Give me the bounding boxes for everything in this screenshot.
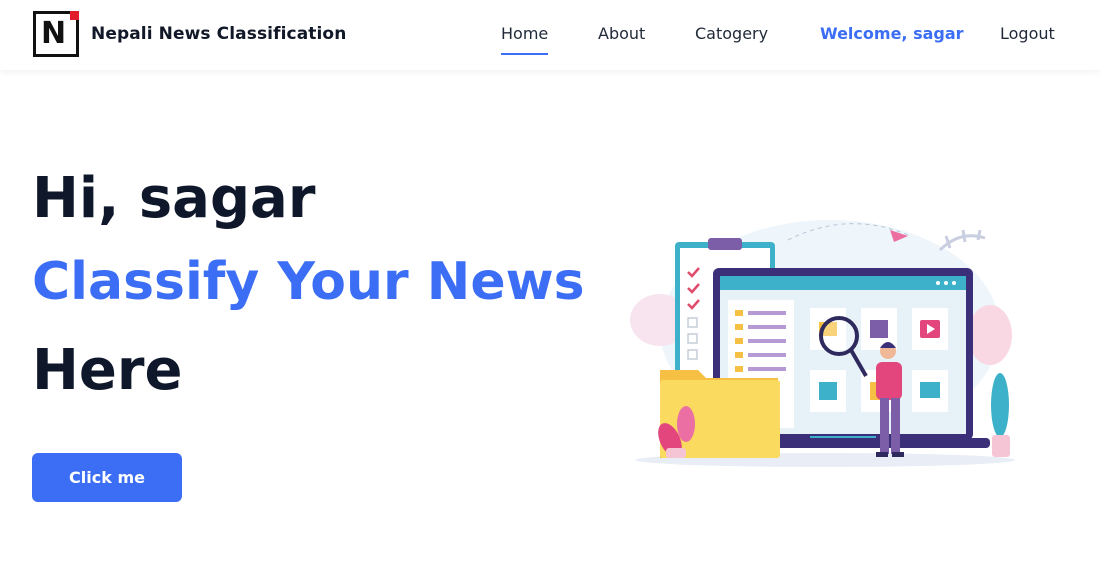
clipboard-clip — [708, 238, 742, 250]
plant-pot — [992, 435, 1010, 457]
click-me-button[interactable]: Click me — [32, 453, 182, 502]
nav-about[interactable]: About — [598, 24, 645, 43]
person-leg — [880, 398, 889, 454]
hero-headline-suffix: Here — [32, 338, 183, 403]
branch-decoration — [938, 229, 986, 252]
person-shirt — [876, 362, 902, 400]
nav-category[interactable]: Catogery — [695, 24, 768, 43]
brand-link[interactable]: N Nepali News Classification — [33, 11, 346, 57]
mail-icon — [920, 382, 940, 398]
top-navbar: N Nepali News Classification Home About … — [0, 0, 1100, 70]
logo-letter: N — [41, 16, 67, 51]
illustration-pink-plant — [968, 305, 1012, 365]
person-leg — [891, 398, 900, 454]
pink-plant-leaf — [677, 406, 695, 442]
logo-red-dot — [70, 11, 79, 20]
brand-name: Nepali News Classification — [91, 24, 347, 44]
hero-greeting: Hi, sagar — [32, 166, 316, 231]
lightbulb-icon — [819, 382, 837, 400]
hero-headline: Classify Your News — [32, 252, 585, 312]
bookmark-icon — [870, 320, 888, 338]
hero-illustration — [630, 220, 1015, 467]
nav-welcome-user[interactable]: Welcome, sagar — [820, 24, 964, 43]
nav-home[interactable]: Home — [501, 24, 549, 55]
teal-plant — [991, 373, 1009, 437]
brand-logo-icon: N — [33, 11, 79, 57]
plant-pot — [666, 448, 686, 458]
nav-logout[interactable]: Logout — [1000, 24, 1055, 43]
magnifier-icon — [819, 316, 859, 356]
screen-titlebar — [720, 276, 966, 290]
